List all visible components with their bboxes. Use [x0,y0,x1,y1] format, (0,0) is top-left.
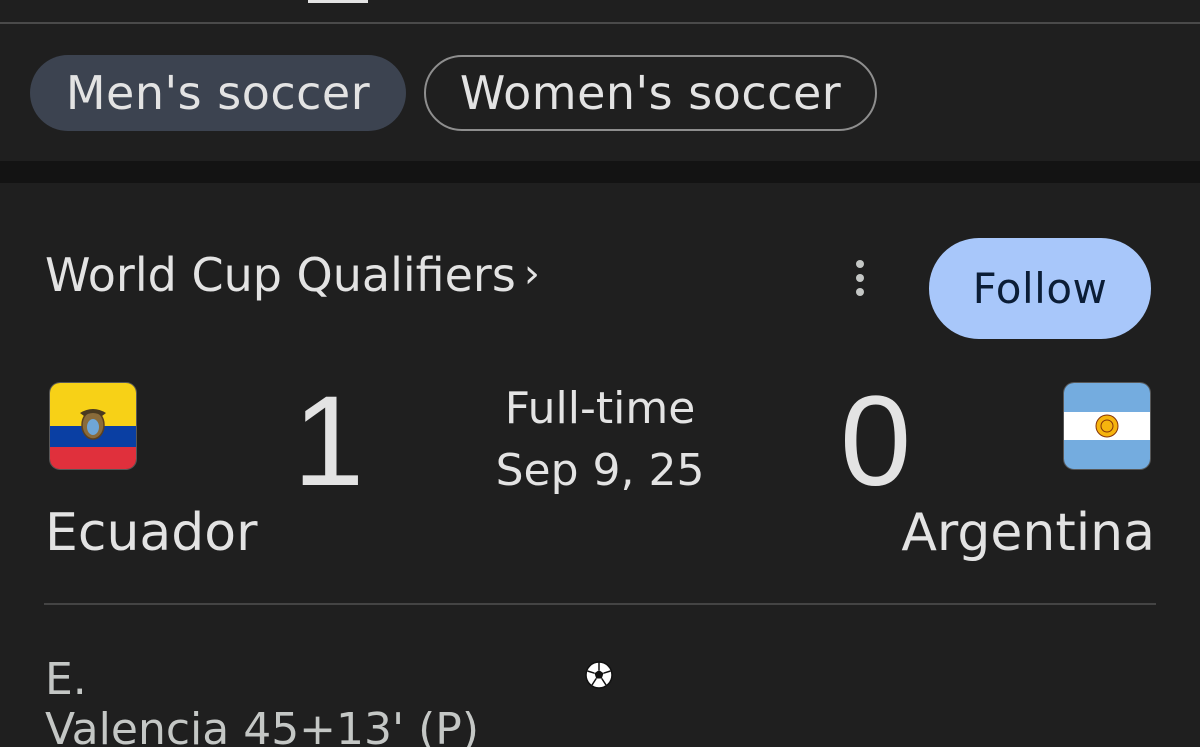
home-score: 1 [293,370,365,513]
goal-scorer-line2: Valencia 45+13' (P) [45,704,479,747]
match-status: Full-time Sep 9, 25 [450,378,750,502]
chip-label: Women's soccer [459,66,842,120]
match-date: Sep 9, 25 [495,445,705,496]
away-team-name[interactable]: Argentina [901,503,1155,563]
top-divider [0,22,1200,24]
goal-scorer-line1: E. [45,654,87,705]
away-score: 0 [840,370,912,513]
chevron-right-icon: › [523,251,540,297]
chip-label: Men's soccer [65,66,371,120]
card-divider [44,603,1156,605]
match-status-text: Full-time [504,383,696,434]
league-link[interactable]: World Cup Qualifiers › [45,248,540,302]
soccer-ball-icon [585,661,613,689]
follow-label: Follow [972,264,1108,313]
active-tab-indicator [308,0,368,3]
more-vert-icon[interactable] [852,258,868,298]
section-separator [0,161,1200,183]
ecuador-flag-icon [50,383,136,469]
sports-results-page: Men's soccer Women's soccer World Cup Qu… [0,0,1200,747]
goal-scorer: E. Valencia 45+13' (P) [45,655,479,747]
follow-button[interactable]: Follow [929,238,1151,339]
chip-mens-soccer[interactable]: Men's soccer [30,55,406,131]
league-title: World Cup Qualifiers [45,248,516,302]
top-tab-strip [0,0,1200,24]
chip-womens-soccer[interactable]: Women's soccer [424,55,877,131]
home-team-name[interactable]: Ecuador [45,503,257,563]
argentina-flag-icon [1064,383,1150,469]
